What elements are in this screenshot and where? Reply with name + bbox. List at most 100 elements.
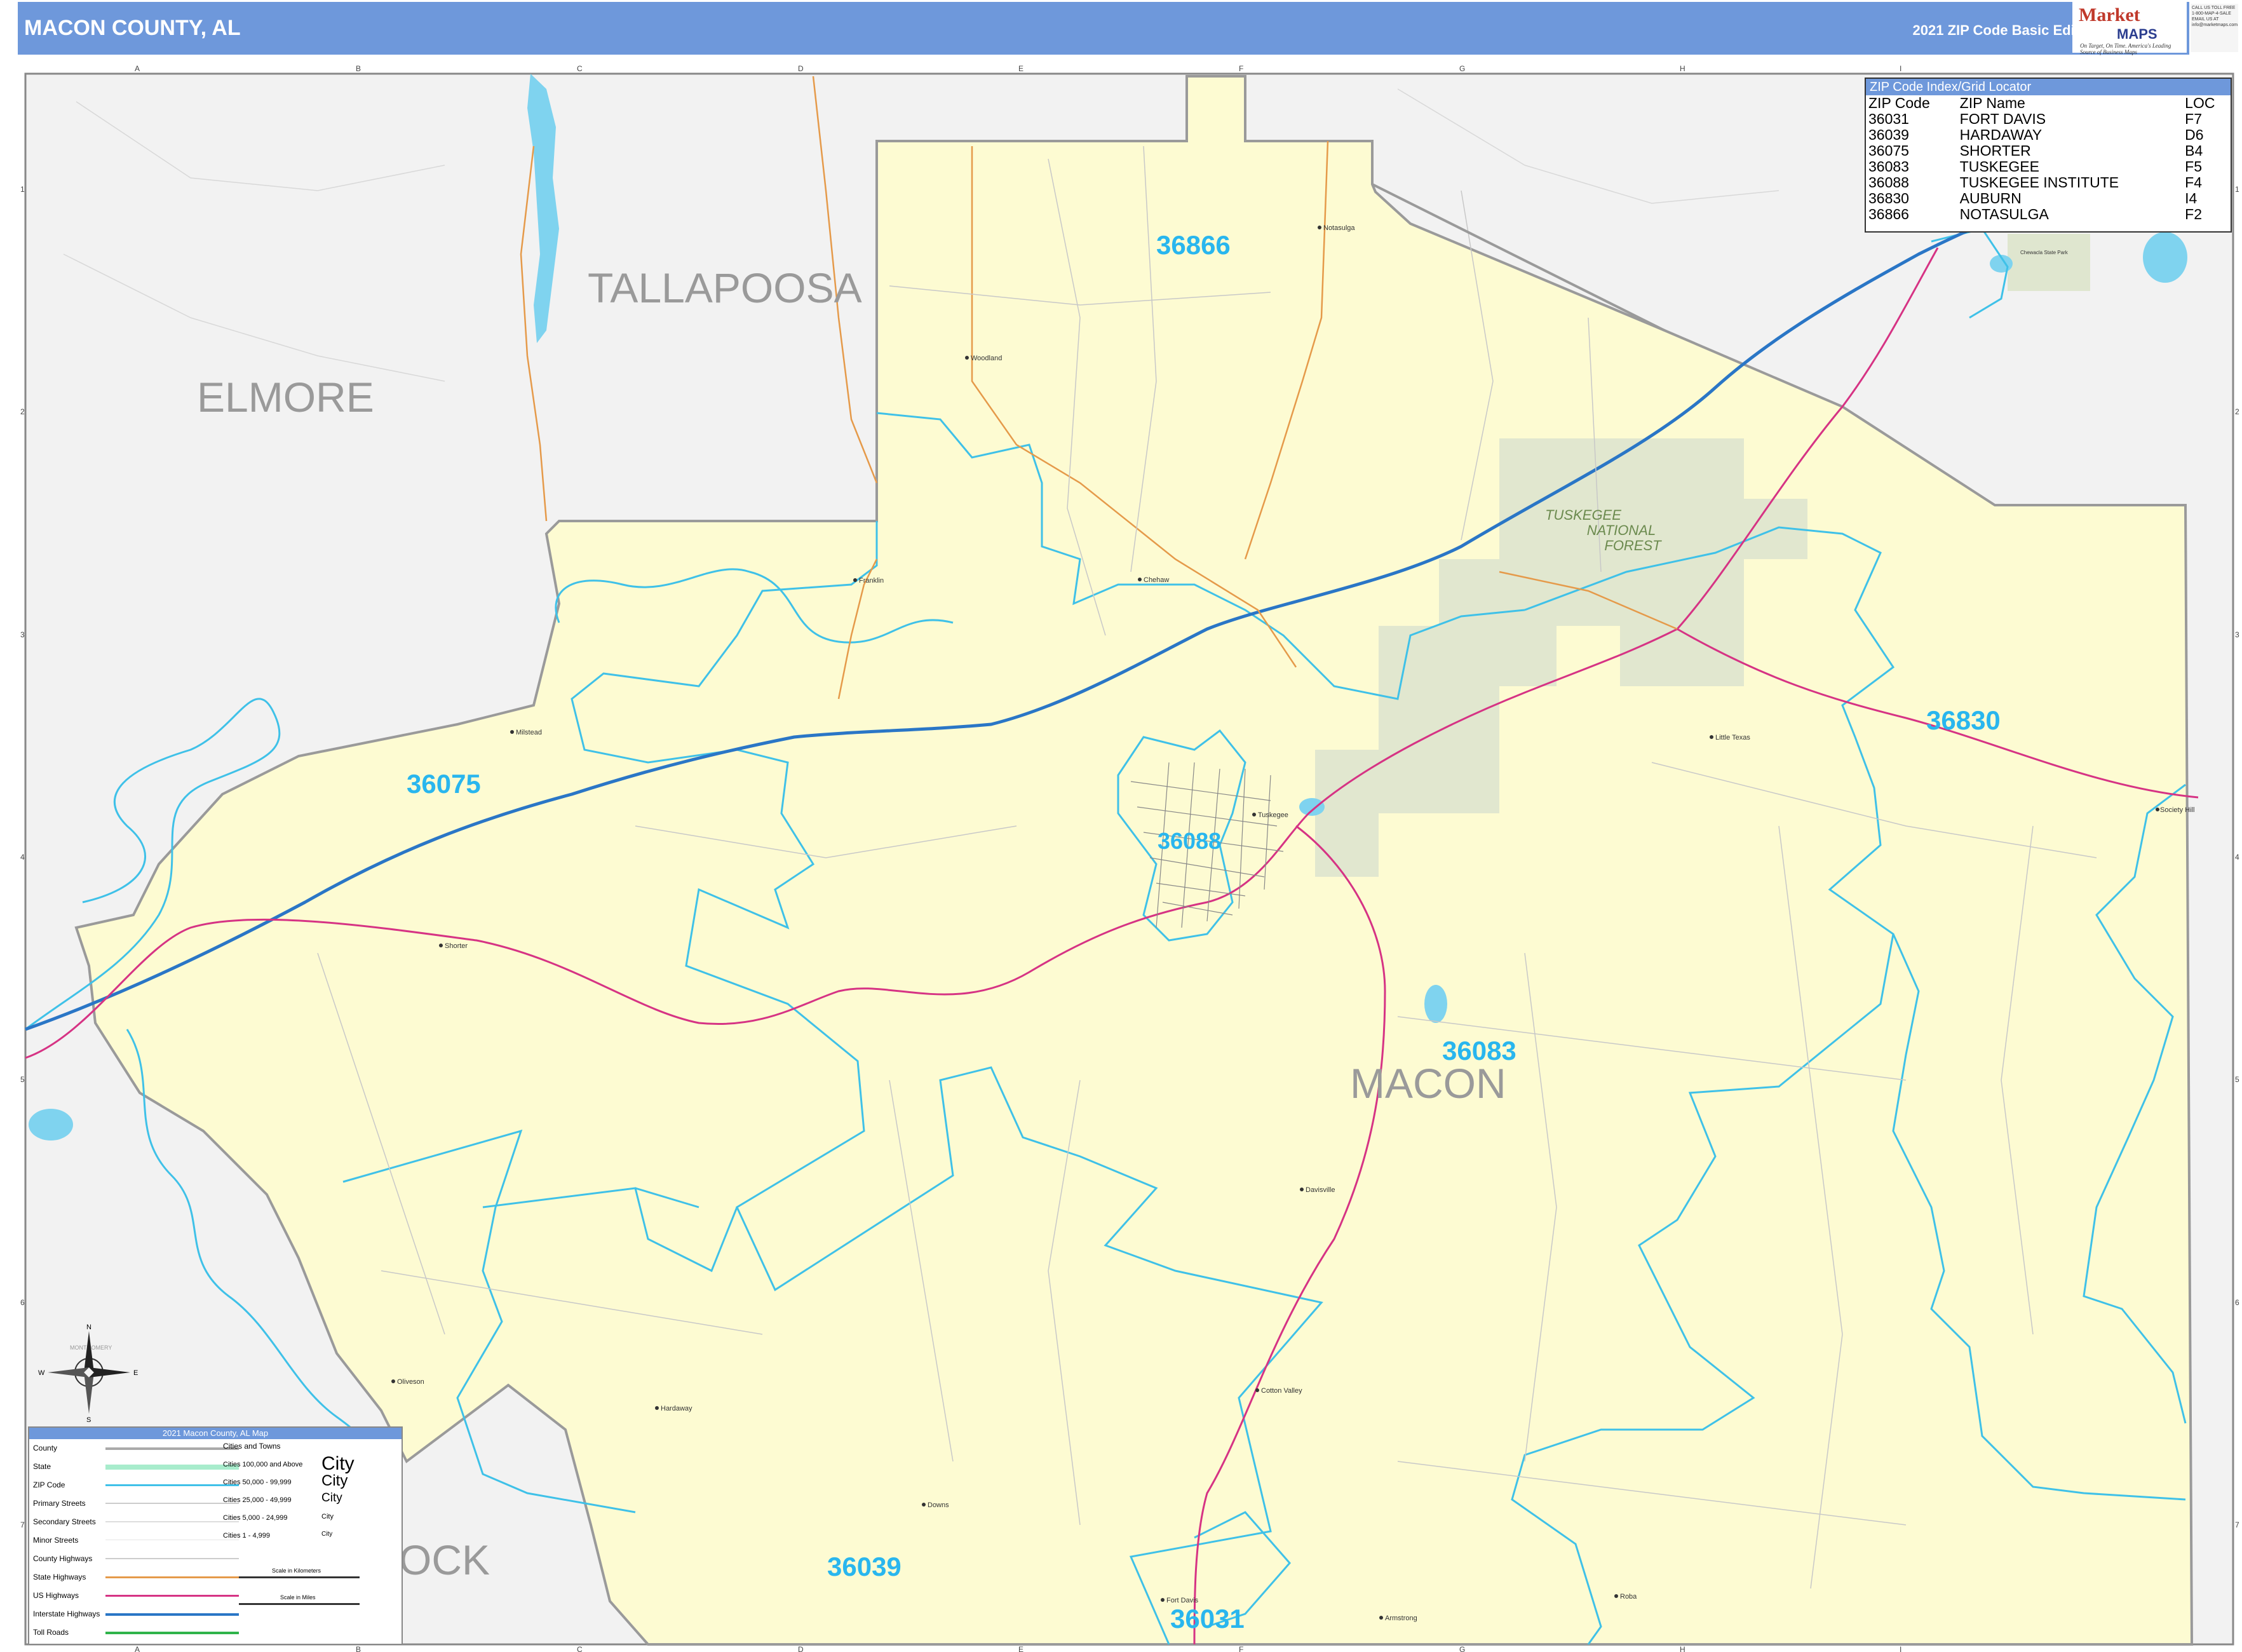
region-label-elmore: ELMORE	[197, 374, 374, 421]
legend-city-class: Cities 1 - 4,999	[223, 1532, 270, 1540]
legend-item: Secondary Streets	[33, 1517, 96, 1526]
zip-index-table: ZIP Code Index/Grid Locator ZIP Code ZIP…	[1865, 78, 2232, 233]
grid-col-label: G	[1459, 64, 1465, 73]
grid-col-label: G	[1459, 1645, 1465, 1652]
legend-cities-title: Cities and Towns	[223, 1442, 281, 1451]
place-label: Fort Davis	[1166, 1597, 1199, 1604]
legend-city-class: Cities 100,000 and Above	[223, 1461, 303, 1468]
zip-label: 36088	[1158, 828, 1221, 854]
grid-col-label: I	[1900, 64, 1901, 73]
forest-label: FOREST	[1604, 538, 1662, 553]
legend-item: Primary Streets	[33, 1499, 86, 1508]
place-label: Franklin	[859, 577, 884, 585]
grid-row-label: 4	[20, 853, 25, 862]
legend-line-interstate	[105, 1613, 239, 1616]
zip-index-header: ZIP Name	[1959, 95, 2025, 111]
legend-city-class: Cities 5,000 - 24,999	[223, 1514, 288, 1522]
place-label: Hardaway	[661, 1405, 692, 1412]
grid-col-label: H	[1680, 64, 1685, 73]
place-label: Chehaw	[1144, 576, 1169, 584]
legend-city-class: Cities 25,000 - 49,999	[223, 1496, 292, 1504]
legend-line-us-hwy	[105, 1595, 239, 1597]
legend-line-primary	[105, 1503, 239, 1504]
legend-line-state	[105, 1465, 239, 1470]
grid-row-label: 3	[2235, 630, 2239, 639]
legend-line-secondary	[105, 1521, 239, 1522]
legend-item: State Highways	[33, 1573, 86, 1581]
zip-index-title: ZIP Code Index/Grid Locator	[1866, 79, 2231, 95]
zip-name-cell: FORT DAVIS	[1959, 111, 2046, 127]
table-row: 36083 TUSKEGEE F5	[1866, 159, 2231, 175]
compass-north: N	[86, 1324, 91, 1331]
grid-row-label: 7	[20, 1520, 25, 1529]
grid-top: A B C D E F G H I	[135, 64, 1901, 73]
scale-bar-mi	[239, 1603, 360, 1605]
zip-code-cell: 36039	[1868, 126, 1909, 143]
grid-row-label: 2	[2235, 407, 2239, 416]
legend-scale-mi-label: Scale in Miles	[280, 1594, 316, 1601]
legend-item: Toll Roads	[33, 1628, 69, 1637]
legend-city-class: Cities 50,000 - 99,999	[223, 1479, 292, 1486]
zip-label: 36830	[1926, 705, 2001, 735]
zip-loc-cell: F5	[2185, 158, 2202, 175]
grid-col-label: E	[1018, 64, 1023, 73]
zip-loc-cell: B4	[2185, 142, 2203, 159]
zip-code-cell: 36088	[1868, 174, 1909, 191]
grid-row-label: 1	[2235, 185, 2239, 194]
table-row: 36866 NOTASULGA F2	[1866, 207, 2231, 222]
zip-name-cell: HARDAWAY	[1959, 126, 2043, 143]
compass-south: S	[86, 1416, 91, 1423]
legend-item: County Highways	[33, 1554, 93, 1563]
grid-col-label: C	[577, 64, 583, 73]
compass-east: E	[133, 1369, 138, 1377]
market-maps-logo: Market MAPS On Target, On Time. America'…	[2072, 2, 2187, 55]
place-label: Davisville	[1306, 1186, 1335, 1194]
grid-col-label: B	[356, 64, 361, 73]
grid-row-label: 5	[2235, 1075, 2239, 1084]
place-label: Tuskegee	[1258, 811, 1288, 819]
legend-item: State	[33, 1462, 51, 1471]
legend-city-sample: City	[321, 1513, 334, 1520]
zip-loc-cell: F2	[2185, 206, 2202, 222]
zip-label: 36866	[1156, 230, 1231, 260]
place-label: Shorter	[445, 942, 468, 950]
table-row: 36039 HARDAWAY D6	[1866, 127, 2231, 143]
zip-index-header: ZIP Code	[1868, 95, 1930, 111]
legend-line-zip	[105, 1484, 239, 1486]
table-row: 36075 SHORTER B4	[1866, 143, 2231, 159]
zip-name-cell: TUSKEGEE INSTITUTE	[1959, 174, 2119, 191]
place-label: Downs	[928, 1501, 949, 1509]
legend-item: US Highways	[33, 1591, 79, 1600]
legend-item: ZIP Code	[33, 1480, 65, 1489]
legend-item: Interstate Highways	[33, 1609, 100, 1618]
zip-index-header-row: ZIP Code ZIP Name LOC	[1866, 95, 2231, 111]
grid-col-label: I	[1900, 1645, 1901, 1652]
zip-loc-cell: F4	[2185, 174, 2202, 191]
zip-code-cell: 36083	[1868, 158, 1909, 175]
legend-city-sample: City	[321, 1491, 342, 1505]
zip-label: 36031	[1170, 1604, 1245, 1634]
grid-row-label: 6	[2235, 1298, 2239, 1307]
grid-row-label: 4	[2235, 853, 2239, 862]
chewacla-state-park	[2008, 234, 2090, 291]
grid-row-label: 2	[20, 407, 25, 416]
grid-bottom: A B C D E F G H I	[135, 1645, 1901, 1652]
grid-col-label: F	[1239, 1645, 1243, 1652]
place-label: Little Texas	[1715, 734, 1750, 741]
zip-code-cell: 36075	[1868, 142, 1909, 159]
place-label: Society Hill	[2160, 806, 2194, 814]
logo-line1: Market	[2079, 4, 2140, 25]
scale-bar-km	[239, 1576, 360, 1578]
grid-col-label: F	[1239, 64, 1243, 73]
zip-label: 36083	[1442, 1036, 1516, 1066]
legend-line-county-hwy	[105, 1558, 239, 1559]
place-label: Milstead	[516, 729, 542, 736]
table-row: 36031 FORT DAVIS F7	[1866, 111, 2231, 127]
zip-loc-cell: I4	[2185, 190, 2198, 207]
zip-loc-cell: D6	[2185, 126, 2204, 143]
zip-name-cell: TUSKEGEE	[1959, 158, 2039, 175]
place-label: Armstrong	[1385, 1615, 1417, 1622]
grid-col-label: H	[1680, 1645, 1685, 1652]
compass-rose-icon: MONTGOMERY N S W E	[38, 1324, 138, 1423]
legend-line-state-hwy	[105, 1576, 239, 1578]
